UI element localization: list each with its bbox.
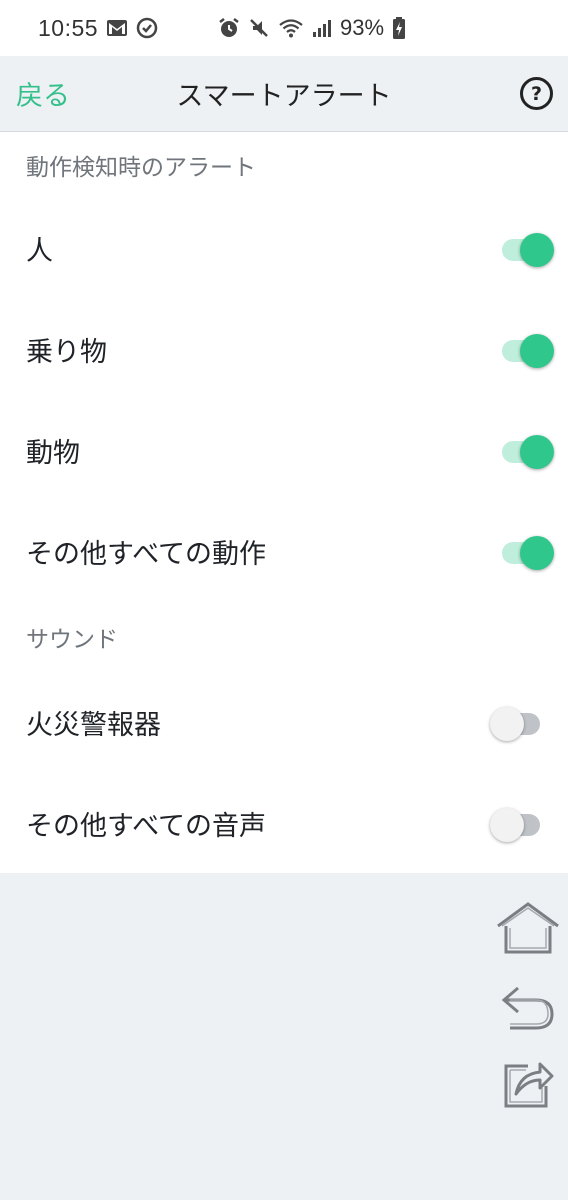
undo-icon [500, 982, 556, 1038]
status-time: 10:55 [38, 14, 99, 41]
setting-label: 乗り物 [26, 337, 107, 368]
battery-percentage: 93% [340, 15, 385, 40]
setting-row-other-sound: その他すべての音声 [0, 773, 568, 874]
share-button[interactable] [496, 1056, 560, 1112]
setting-row-person: 人 [0, 198, 568, 299]
top-navigation-bar: 戻る スマートアラート ? [0, 56, 568, 132]
gmail-icon [106, 17, 128, 39]
battery-charging-icon [392, 17, 406, 39]
back-button[interactable]: 戻る [16, 74, 70, 113]
vehicle-alert-toggle[interactable] [498, 330, 554, 370]
smoke-alarm-alert-toggle[interactable] [488, 703, 544, 743]
setting-label: 人 [26, 236, 53, 267]
section-header-sound: サウンド [26, 627, 118, 653]
page-title: スマートアラート [176, 81, 392, 112]
section-header-motion: 動作検知時のアラート [26, 155, 256, 181]
person-alert-toggle[interactable] [498, 229, 554, 269]
setting-label: 動物 [26, 438, 80, 469]
setting-label: 火災警報器 [26, 710, 161, 741]
sync-icon [136, 17, 158, 39]
settings-list: 動作検知時のアラート 人 乗り物 動物 その他すべての動作 サウンド 火災警報器… [0, 132, 568, 873]
share-icon [500, 1054, 556, 1114]
wifi-icon [278, 17, 304, 39]
setting-row-smoke-alarm: 火災警報器 [0, 672, 568, 773]
status-left-icons [106, 17, 158, 39]
alarm-icon [218, 17, 240, 39]
setting-row-vehicle: 乗り物 [0, 299, 568, 400]
home-icon [496, 902, 560, 958]
animal-alert-toggle[interactable] [498, 431, 554, 471]
signal-icon [312, 18, 332, 38]
status-bar: 10:55 93% [0, 0, 568, 56]
help-button[interactable]: ? [520, 77, 553, 110]
question-mark-icon: ? [530, 82, 543, 105]
other-sound-alert-toggle[interactable] [488, 804, 544, 844]
home-button[interactable] [496, 902, 560, 958]
other-motion-alert-toggle[interactable] [498, 532, 554, 572]
setting-row-animal: 動物 [0, 400, 568, 501]
undo-button[interactable] [496, 982, 560, 1038]
setting-label: その他すべての音声 [26, 811, 267, 842]
setting-row-other-motion: その他すべての動作 [0, 501, 568, 602]
setting-label: その他すべての動作 [26, 539, 267, 570]
status-right-icons: 93% [218, 0, 406, 56]
mute-icon [248, 17, 270, 39]
